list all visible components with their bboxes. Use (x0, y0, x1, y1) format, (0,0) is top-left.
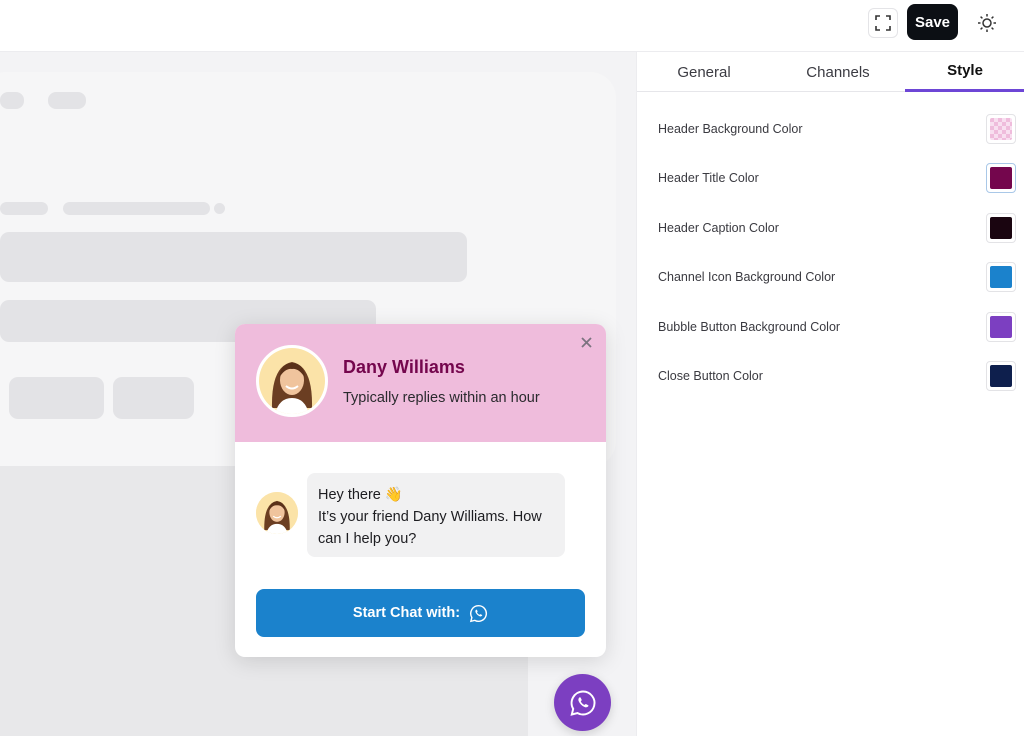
tab-general[interactable]: General (637, 52, 771, 92)
color-swatch-header-title[interactable] (986, 163, 1016, 193)
swatch-fill (990, 167, 1012, 189)
setting-label: Header Title Color (658, 171, 759, 185)
color-swatch-close-button[interactable] (986, 361, 1016, 391)
message-avatar (256, 492, 298, 534)
tab-channels[interactable]: Channels (771, 52, 905, 92)
widget-close-button[interactable] (577, 333, 595, 351)
color-swatch-header-caption[interactable] (986, 213, 1016, 243)
skeleton-dot (214, 203, 225, 214)
chat-widget: Dany Williams Typically replies within a… (235, 324, 606, 657)
setting-row: Header Caption Color (658, 213, 1018, 243)
message-body: It’s your friend Dany Williams. How can … (318, 509, 542, 547)
swatch-fill (990, 365, 1012, 387)
start-chat-label: Start Chat with: (352, 605, 461, 621)
fullscreen-button[interactable] (868, 8, 898, 38)
whatsapp-icon (469, 604, 488, 622)
setting-row: Close Button Color (658, 361, 1018, 391)
skeleton-line (0, 202, 48, 215)
swatch-fill (990, 266, 1012, 288)
setting-row: Bubble Button Background Color (658, 312, 1018, 342)
whatsapp-icon (569, 690, 595, 716)
setting-label: Bubble Button Background Color (658, 320, 841, 334)
tab-style[interactable]: Style (905, 52, 1024, 92)
skeleton-line (63, 202, 210, 215)
setting-label: Close Button Color (658, 369, 763, 383)
swatch-fill (990, 316, 1012, 338)
setting-row: Header Background Color (658, 114, 1018, 144)
close-icon (580, 336, 592, 348)
setting-label: Channel Icon Background Color (658, 270, 836, 284)
skeleton-pill (0, 92, 24, 109)
theme-toggle-button[interactable] (972, 8, 1002, 38)
start-chat-button[interactable]: Start Chat with: (256, 589, 585, 637)
fullscreen-icon (875, 15, 891, 31)
skeleton-button (9, 377, 104, 419)
transparent-checker (990, 118, 1012, 140)
avatar (256, 345, 328, 417)
color-swatch-channel-icon-background[interactable] (986, 262, 1016, 292)
setting-row: Channel Icon Background Color (658, 262, 1018, 292)
top-toolbar: Save (0, 0, 1024, 52)
setting-label: Header Background Color (658, 122, 803, 136)
swatch-fill (990, 217, 1012, 239)
settings-panel: General Channels Style Header Background… (636, 52, 1024, 736)
avatar-portrait (259, 348, 325, 414)
avatar-portrait (256, 492, 298, 534)
chat-bubble-button[interactable] (554, 674, 611, 731)
skeleton-input (0, 232, 467, 282)
setting-label: Header Caption Color (658, 221, 779, 235)
skeleton-button (113, 377, 194, 419)
widget-title: Dany Williams (343, 357, 465, 377)
sun-icon (978, 14, 996, 32)
message-greeting: Hey there 👋 (318, 487, 403, 503)
settings-tabs: General Channels Style (637, 52, 1024, 92)
save-button[interactable]: Save (907, 4, 958, 40)
setting-row: Header Title Color (658, 163, 1018, 193)
message-bubble: Hey there 👋 It’s your friend Dany Willia… (307, 473, 565, 557)
skeleton-pill (48, 92, 86, 109)
widget-caption: Typically replies within an hour (343, 390, 540, 406)
color-swatch-bubble-button-background[interactable] (986, 312, 1016, 342)
color-swatch-header-background[interactable] (986, 114, 1016, 144)
widget-header: Dany Williams Typically replies within a… (235, 324, 606, 442)
